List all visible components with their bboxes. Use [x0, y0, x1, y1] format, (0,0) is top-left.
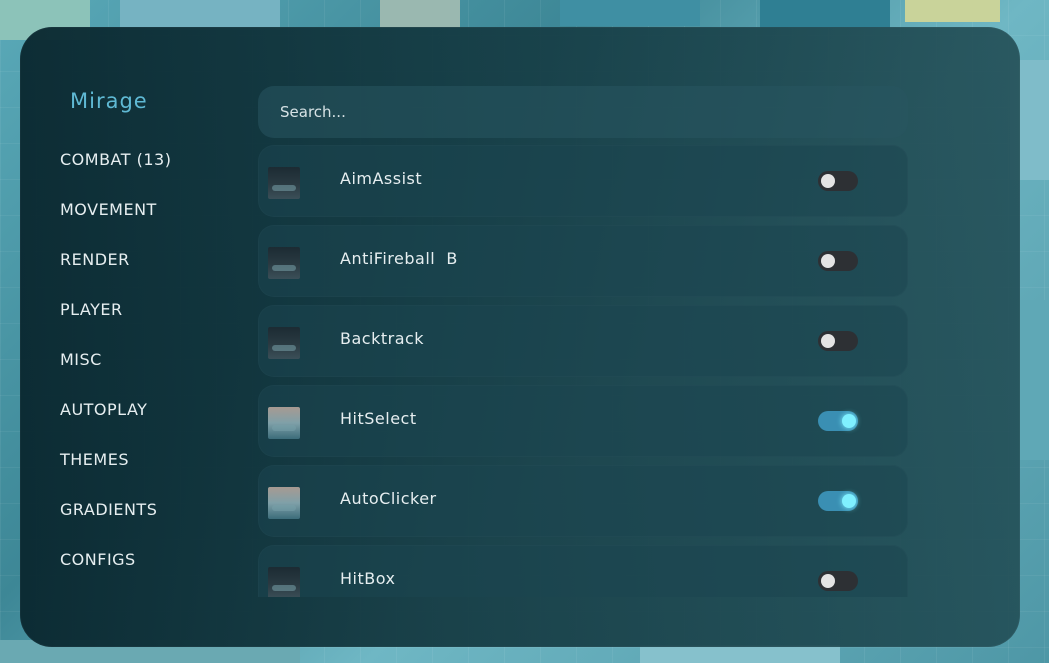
client-gui-panel: Mirage COMBAT (13) MOVEMENT RENDER PLAYE… [20, 27, 1020, 647]
module-name: AntiFireball B [340, 249, 458, 268]
module-name: Backtrack [340, 329, 425, 348]
module-name: AimAssist [340, 169, 423, 188]
module-row-hitbox[interactable]: HitBox [258, 545, 908, 597]
search-box [258, 86, 908, 138]
module-thumbnail-icon [268, 407, 300, 439]
sidebar-item-themes[interactable]: THEMES [60, 447, 171, 497]
background-block [560, 0, 700, 26]
module-row-antifireball[interactable]: AntiFireball B [258, 225, 908, 297]
search-input[interactable] [278, 102, 881, 122]
background-block [120, 0, 280, 30]
module-toggle[interactable] [818, 411, 858, 431]
toggle-knob [842, 414, 856, 428]
module-list[interactable]: AimAssist AntiFireball B Backtrack HitSe… [258, 145, 910, 597]
module-toggle[interactable] [818, 251, 858, 271]
sidebar-item-autoplay[interactable]: AUTOPLAY [60, 397, 171, 447]
module-row-autoclicker[interactable]: AutoClicker [258, 465, 908, 537]
module-thumbnail-icon [268, 487, 300, 519]
toggle-knob [821, 334, 835, 348]
sidebar-item-configs[interactable]: CONFIGS [60, 547, 171, 597]
module-name: HitSelect [340, 409, 417, 428]
module-toggle[interactable] [818, 331, 858, 351]
category-sidebar: COMBAT (13) MOVEMENT RENDER PLAYER MISC … [60, 147, 171, 597]
module-toggle[interactable] [818, 171, 858, 191]
toggle-knob [821, 254, 835, 268]
module-name: AutoClicker [340, 489, 437, 508]
module-thumbnail-icon [268, 247, 300, 279]
module-toggle[interactable] [818, 491, 858, 511]
module-row-hitselect[interactable]: HitSelect [258, 385, 908, 457]
sidebar-item-combat[interactable]: COMBAT (13) [60, 147, 171, 197]
background-block [760, 0, 890, 28]
module-toggle[interactable] [818, 571, 858, 591]
toggle-knob [821, 174, 835, 188]
module-thumbnail-icon [268, 327, 300, 359]
background-block [380, 0, 460, 28]
sidebar-item-movement[interactable]: MOVEMENT [60, 197, 171, 247]
sidebar-item-render[interactable]: RENDER [60, 247, 171, 297]
module-row-backtrack[interactable]: Backtrack [258, 305, 908, 377]
brand-title: Mirage [70, 89, 148, 113]
sidebar-item-player[interactable]: PLAYER [60, 297, 171, 347]
module-name: HitBox [340, 569, 396, 588]
sidebar-item-misc[interactable]: MISC [60, 347, 171, 397]
module-thumbnail-icon [268, 567, 300, 597]
module-row-aimassist[interactable]: AimAssist [258, 145, 908, 217]
sidebar-item-gradients[interactable]: GRADIENTS [60, 497, 171, 547]
toggle-knob [821, 574, 835, 588]
background-block [640, 645, 840, 663]
toggle-knob [842, 494, 856, 508]
background-block [905, 0, 1000, 22]
module-thumbnail-icon [268, 167, 300, 199]
